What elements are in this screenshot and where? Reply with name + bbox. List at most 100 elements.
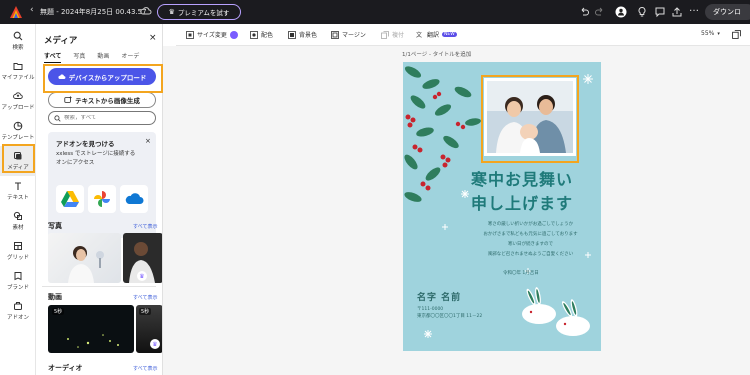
card-date: 令和〇年 1月吉日 [503, 271, 539, 276]
rail-item-label: 検索 [12, 45, 24, 51]
rail-item-search[interactable]: 検索 [0, 26, 36, 56]
addon-icon [14, 302, 22, 310]
rail-item-brand[interactable]: ブランド [0, 266, 36, 296]
shapes-icon [13, 211, 22, 220]
see-all-audio-link[interactable]: すべて表示 [133, 365, 157, 372]
rail-item-label: ブランド [6, 285, 29, 291]
close-icon[interactable]: × [145, 137, 151, 145]
left-rail: 検索 マイファイル アップロード テンプレート メディア テキスト 素材 グリッ… [0, 24, 36, 375]
duplicate-tool[interactable]: 複付 [381, 30, 404, 39]
photo-thumbnail[interactable]: ♛ [123, 233, 162, 283]
premium-crown-icon: ♛ [137, 271, 147, 281]
rail-item-my-files[interactable]: マイファイル [0, 56, 36, 86]
tab-all[interactable]: すべて [44, 51, 62, 63]
premium-crown-icon: ♛ [150, 339, 160, 349]
crown-icon: ♛ [168, 8, 175, 16]
google-photos-icon [94, 191, 110, 207]
color-label: 配色 [261, 32, 274, 39]
see-all-photos-link[interactable]: すべて表示 [133, 223, 157, 230]
tab-audio[interactable]: オーデ [121, 51, 139, 63]
resize-label: サイズ変更 [197, 32, 227, 39]
google-drive-tile[interactable] [56, 185, 84, 213]
color-tool[interactable]: 配色 [250, 30, 273, 39]
more-icon[interactable]: … [689, 3, 701, 15]
onedrive-tile[interactable] [120, 185, 148, 213]
photo-person-figure [68, 246, 104, 283]
search-icon [54, 114, 61, 122]
photo-highlight [481, 75, 579, 163]
lightbulb-icon[interactable] [636, 6, 648, 18]
rail-item-addons[interactable]: アドオン [0, 296, 36, 326]
margin-label: マージン [342, 32, 366, 39]
layers-icon[interactable] [732, 30, 741, 39]
background-color-tool[interactable]: 背景色 [288, 30, 317, 39]
rail-item-label: マイファイル [1, 75, 35, 81]
zoom-control[interactable]: 55% ▾ [701, 30, 720, 37]
grid-icon [14, 242, 22, 250]
zoom-level: 55% [701, 30, 715, 37]
template-icon [13, 121, 23, 131]
share-icon[interactable] [671, 6, 683, 18]
card-sender-name: 名字 名前 [417, 293, 462, 303]
brand-icon [14, 272, 22, 281]
card-title-line-1: 寒中お見舞い [470, 170, 573, 189]
upload-button-highlight [43, 64, 163, 93]
undo-icon[interactable] [578, 6, 590, 18]
resize-icon [186, 30, 194, 39]
onedrive-icon [125, 193, 144, 204]
text-to-image-button[interactable]: テキストから画像生成 [48, 92, 156, 108]
resize-tool[interactable]: サイズ変更 [186, 30, 238, 39]
duplicate-label: 複付 [392, 32, 405, 39]
panel-title: メディア [44, 36, 78, 46]
adobe-express-logo[interactable] [9, 5, 23, 19]
card-body-line: 寒さの厳しい折いかがお過ごしでしょうか [487, 222, 574, 227]
cloud-icon [140, 7, 152, 15]
media-rail-highlight [2, 144, 35, 173]
photo-thumbnail[interactable] [48, 233, 121, 283]
try-premium-button[interactable]: ♛ プレミアムを試す [157, 4, 241, 20]
video-thumbnail[interactable]: 5秒 ♛ [136, 305, 162, 353]
comment-icon[interactable] [654, 6, 666, 18]
rail-item-templates[interactable]: テンプレート [0, 116, 36, 146]
addon-description: xxless でストレージに接続する オンにアクセス [56, 151, 136, 166]
tab-videos[interactable]: 動画 [97, 51, 109, 63]
photos-section-title: 写真 [48, 222, 62, 230]
media-search[interactable] [48, 111, 156, 125]
rail-item-grid[interactable]: グリッド [0, 236, 36, 266]
page-title-label[interactable]: 1/1ページ - タイトルを追加 [402, 50, 471, 58]
top-bar: ‹ 無題 - 2024年8月25日 00.43.57 ♛ プレミアムを試す … … [0, 0, 750, 24]
search-icon [13, 31, 23, 41]
rail-item-upload[interactable]: アップロード [0, 86, 36, 116]
google-drive-icon [61, 191, 79, 207]
see-all-videos-link[interactable]: すべて表示 [133, 294, 157, 301]
translate-tool[interactable]: 文 翻訳 NEW [416, 30, 457, 39]
rail-item-elements[interactable]: 素材 [0, 206, 36, 236]
document-title[interactable]: 無題 - 2024年8月25日 00.43.57 [40, 7, 147, 17]
close-icon[interactable]: × [149, 33, 157, 43]
editor-toolbar: サイズ変更 配色 背景色 マージン 複付 文 翻訳 NEW 55% ▾ [176, 24, 750, 46]
back-chevron-icon[interactable]: ‹ [30, 5, 34, 15]
try-premium-label: プレミアムを試す [177, 9, 230, 17]
videos-section-title: 動画 [48, 293, 62, 301]
section-divider [42, 286, 156, 287]
tab-photos[interactable]: 写真 [73, 51, 85, 63]
card-postal-code: 〒111-0000 [417, 307, 444, 312]
google-photos-tile[interactable] [88, 185, 116, 213]
video-thumbnail[interactable]: 5秒 [48, 305, 134, 353]
download-button[interactable]: ダウンロ [705, 4, 750, 20]
redo-icon[interactable] [594, 6, 606, 18]
search-input[interactable] [64, 115, 154, 121]
background-icon [288, 30, 296, 39]
palette-icon [250, 30, 258, 39]
addon-title: アドオンを見つける [56, 140, 115, 148]
margin-tool[interactable]: マージン [331, 30, 366, 39]
image-sparkle-icon [64, 96, 72, 103]
text-icon [15, 182, 21, 190]
card-address: 東京都〇〇区〇〇1丁目 11－22 [417, 314, 483, 319]
share-user-icon[interactable] [615, 6, 627, 18]
chevron-down-icon: ▾ [717, 30, 720, 37]
rail-item-text[interactable]: テキスト [0, 176, 36, 206]
video-duration: 5秒 [139, 308, 152, 315]
card-title-line-2: 申し上げます [470, 194, 573, 213]
cloud-upload-icon [13, 92, 23, 99]
